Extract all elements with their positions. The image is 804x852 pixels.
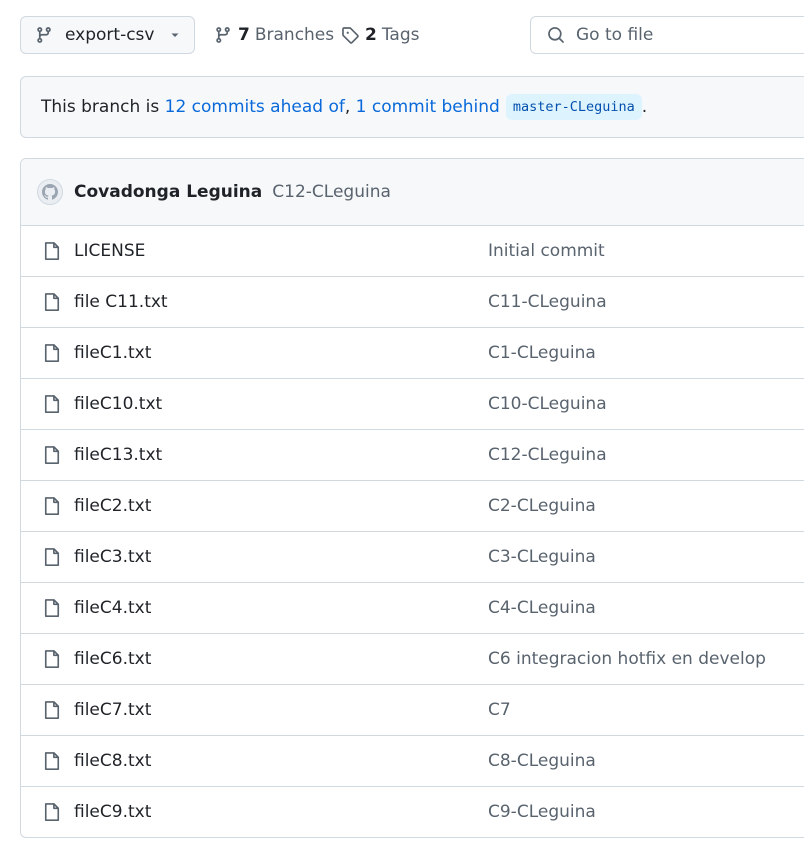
file-commit-message[interactable]: C1-CLeguina bbox=[488, 343, 596, 363]
file-name-link[interactable]: fileC1.txt bbox=[74, 343, 151, 363]
file-name-link[interactable]: fileC4.txt bbox=[74, 598, 151, 618]
file-row: fileC2.txt C2-CLeguina bbox=[21, 481, 804, 532]
file-name-link[interactable]: fileC10.txt bbox=[74, 394, 162, 414]
go-to-file-input[interactable]: Go to file bbox=[530, 16, 804, 54]
file-row: fileC6.txt C6 integracion hotfix en devel… bbox=[21, 634, 804, 685]
file-commit-message[interactable]: C10-CLeguina bbox=[488, 394, 607, 414]
branch-status-banner: This branch is 12 commits ahead of , 1 c… bbox=[20, 76, 804, 138]
target-branch-badge[interactable]: master-CLeguina bbox=[505, 94, 642, 120]
branch-name: export-csv bbox=[65, 25, 155, 45]
file-name-link[interactable]: fileC6.txt bbox=[74, 649, 151, 669]
banner-suffix: . bbox=[641, 97, 648, 117]
latest-commit-header: Covadonga Leguina C12-CLeguina bbox=[21, 159, 804, 226]
file-icon bbox=[44, 497, 60, 515]
git-branch-icon bbox=[37, 27, 51, 43]
file-row: fileC1.txt C1-CLeguina bbox=[21, 328, 804, 379]
file-icon bbox=[44, 548, 60, 566]
branches-label: Branches bbox=[254, 25, 335, 45]
file-icon bbox=[44, 344, 60, 362]
banner-separator: , bbox=[344, 97, 356, 117]
file-commit-message[interactable]: C12-CLeguina bbox=[488, 445, 607, 465]
branch-selector-button[interactable]: export-csv bbox=[20, 16, 195, 54]
commits-behind-link[interactable]: 1 commit behind bbox=[356, 97, 500, 117]
file-name-link[interactable]: fileC2.txt bbox=[74, 496, 151, 516]
file-icon bbox=[44, 701, 60, 719]
commit-author[interactable]: Covadonga Leguina bbox=[74, 182, 262, 202]
file-icon bbox=[44, 752, 60, 770]
file-commit-message[interactable]: C9-CLeguina bbox=[488, 802, 596, 822]
search-icon bbox=[548, 27, 564, 43]
branches-link[interactable]: 7 Branches bbox=[214, 16, 334, 54]
file-row: fileC8.txt C8-CLeguina bbox=[21, 736, 804, 787]
avatar[interactable] bbox=[37, 179, 63, 205]
caret-down-icon bbox=[171, 33, 179, 37]
file-rows: LICENSE Initial commit file C11.txt C11-CLe… bbox=[21, 226, 804, 837]
file-icon bbox=[44, 293, 60, 311]
repo-toolbar: export-csv 7 Branches 2 Tags Go to file bbox=[20, 16, 804, 56]
file-commit-message[interactable]: Initial commit bbox=[488, 241, 605, 261]
file-icon bbox=[44, 242, 60, 260]
git-branch-icon bbox=[216, 27, 230, 43]
search-placeholder: Go to file bbox=[576, 25, 654, 45]
file-commit-message[interactable]: C6 integracion hotfix en develop bbox=[488, 649, 766, 669]
branches-count: 7 bbox=[238, 25, 250, 45]
file-row: fileC10.txt C10-CLeguina bbox=[21, 379, 804, 430]
tags-link[interactable]: 2 Tags bbox=[341, 16, 419, 54]
file-commit-message[interactable]: C11-CLeguina bbox=[488, 292, 607, 312]
file-name-link[interactable]: fileC7.txt bbox=[74, 700, 151, 720]
file-row: fileC7.txt C7 bbox=[21, 685, 804, 736]
file-name-link[interactable]: fileC13.txt bbox=[74, 445, 162, 465]
banner-prefix: This branch is bbox=[41, 97, 165, 117]
file-row: fileC4.txt C4-CLeguina bbox=[21, 583, 804, 634]
tags-label: Tags bbox=[381, 25, 420, 45]
file-name-link[interactable]: fileC8.txt bbox=[74, 751, 151, 771]
file-list: Covadonga Leguina C12-CLeguina LICENSE In… bbox=[20, 158, 804, 838]
file-commit-message[interactable]: C7 bbox=[488, 700, 511, 720]
commits-ahead-link[interactable]: 12 commits ahead of bbox=[165, 97, 345, 117]
file-icon bbox=[44, 650, 60, 668]
file-row: fileC13.txt C12-CLeguina bbox=[21, 430, 804, 481]
file-icon bbox=[44, 395, 60, 413]
file-icon bbox=[44, 599, 60, 617]
file-row: LICENSE Initial commit bbox=[21, 226, 804, 277]
file-commit-message[interactable]: C4-CLeguina bbox=[488, 598, 596, 618]
file-row: file C11.txt C11-CLeguina bbox=[21, 277, 804, 328]
tags-count: 2 bbox=[365, 25, 377, 45]
tag-icon bbox=[342, 27, 359, 44]
file-name-link[interactable]: fileC3.txt bbox=[74, 547, 151, 567]
file-name-link[interactable]: LICENSE bbox=[74, 241, 145, 261]
file-icon bbox=[44, 446, 60, 464]
github-mark-icon bbox=[42, 184, 58, 200]
file-name-link[interactable]: file C11.txt bbox=[74, 292, 168, 312]
file-row: fileC3.txt C3-CLeguina bbox=[21, 532, 804, 583]
file-commit-message[interactable]: C3-CLeguina bbox=[488, 547, 596, 567]
file-name-link[interactable]: fileC9.txt bbox=[74, 802, 151, 822]
file-commit-message[interactable]: C2-CLeguina bbox=[488, 496, 596, 516]
file-row: fileC9.txt C9-CLeguina bbox=[21, 787, 804, 837]
file-icon bbox=[44, 803, 60, 821]
file-commit-message[interactable]: C8-CLeguina bbox=[488, 751, 596, 771]
commit-message[interactable]: C12-CLeguina bbox=[272, 182, 391, 202]
